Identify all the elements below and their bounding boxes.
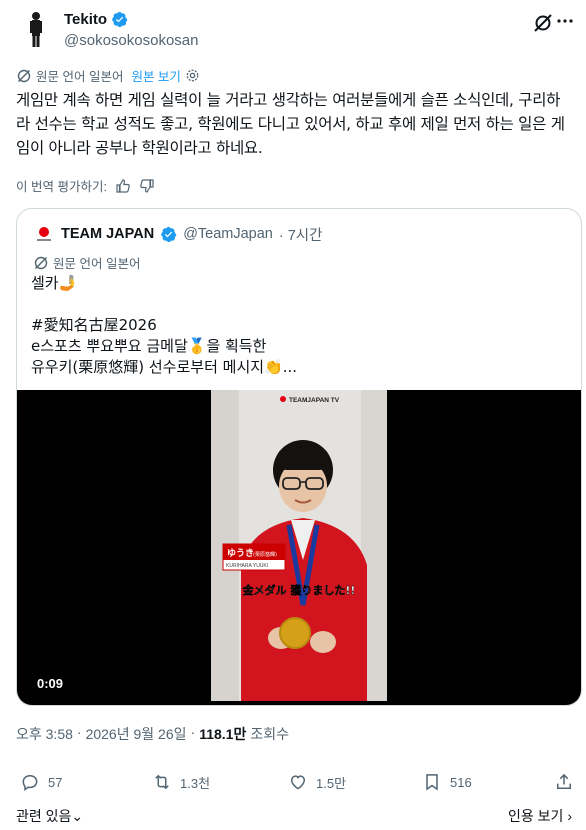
grok-icon[interactable] [532, 12, 554, 34]
video-name-tag-roman: KURIHARA YUUKI [226, 563, 268, 569]
chevron-right-icon: › [567, 808, 572, 824]
video-name-tag: ゆうき [227, 548, 254, 559]
tweet-time[interactable]: 오후 3:58 [16, 724, 73, 744]
tweet-meta: 오후 3:58 · 2026년 9월 26일 · 118.1만 조회수 [16, 724, 289, 744]
translate-globe-icon [34, 256, 48, 269]
settings-gear-icon[interactable] [185, 68, 200, 83]
thumbs-up-icon[interactable] [115, 178, 131, 194]
quote-line [31, 294, 571, 315]
view-count: 118.1만 [199, 726, 247, 742]
share-icon [557, 773, 571, 789]
quote-translation-label: 원문 언어 일본어 [53, 257, 141, 271]
reply-count: 57 [48, 774, 63, 790]
video-caption: 金メダル 獲りました!! [242, 583, 356, 597]
like-count: 1.5만 [316, 775, 347, 791]
quote-line: e스포츠 뿌요뿌요 금메달🥇을 획득한 [31, 337, 267, 355]
quote-line: #愛知名古屋2026 [31, 316, 157, 334]
view-quotes-link[interactable]: 인용 보기 › [508, 806, 572, 826]
reply-icon [22, 774, 38, 791]
video-name-tag-kanji: (栗原悠輝) [253, 551, 277, 558]
quote-handle[interactable]: @TeamJapan [183, 226, 273, 242]
author-handle[interactable]: @sokosokosokosan [64, 32, 198, 49]
view-label: 조회수 [250, 726, 289, 742]
bookmark-count: 516 [450, 774, 472, 790]
quoted-tweet[interactable]: TEAM JAPAN @TeamJapan · 7시간 원문 언어 일본어 셀카… [16, 208, 582, 706]
quote-time[interactable]: · 7시간 [279, 224, 323, 245]
view-quotes-label: 인용 보기 [508, 808, 564, 824]
author-display-name[interactable]: Tekito [64, 11, 107, 28]
heart-icon [290, 775, 306, 790]
show-original-link[interactable]: 원본 보기 [131, 66, 180, 85]
verified-badge-icon [161, 226, 177, 242]
translation-info: 원문 언어 일본어 원본 보기 [16, 66, 200, 85]
translate-globe-icon [17, 69, 31, 82]
share-button[interactable] [554, 772, 574, 792]
translation-source-label: 원문 언어 일본어 [36, 70, 124, 84]
thumbs-down-icon[interactable] [139, 178, 155, 194]
related-dropdown[interactable]: 관련 있음⌄ [16, 806, 83, 826]
quote-translation-info: 원문 언어 일본어 [33, 253, 140, 272]
bookmark-icon [426, 774, 438, 791]
quote-line: 유우키(栗原悠輝) 선수로부터 메시지👏... [31, 358, 298, 376]
video-duration: 0:09 [37, 676, 64, 691]
bookmark-button[interactable]: 516 [422, 772, 472, 792]
video-frame: TEAMJAPAN TV ゆうき (栗原悠輝) KURIHARA YUUKI 金… [211, 390, 387, 701]
chevron-down-icon: ⌄ [71, 808, 84, 824]
avatar[interactable] [16, 8, 56, 48]
tweet-text: 게임만 계속 하면 게임 실력이 늘 거라고 생각하는 여러분들에게 슬픈 소식… [16, 91, 565, 157]
video-player[interactable]: TEAMJAPAN TV ゆうき (栗原悠輝) KURIHARA YUUKI 金… [17, 390, 581, 705]
quote-avatar[interactable] [33, 223, 55, 245]
like-button[interactable]: 1.5만 [288, 772, 346, 792]
repost-icon [155, 774, 169, 790]
related-label: 관련 있음 [16, 808, 72, 824]
tweet-header: Tekito @sokosokosokosan [16, 8, 573, 52]
rate-translation: 이 번역 평가하기: [16, 176, 155, 195]
repost-count: 1.3천 [180, 775, 211, 791]
more-options-icon[interactable] [554, 10, 576, 32]
quote-display-name[interactable]: TEAM JAPAN [61, 226, 154, 242]
reply-button[interactable]: 57 [20, 772, 62, 792]
tweet-date[interactable]: 2026년 9월 26일 [86, 724, 187, 744]
video-watermark: TEAMJAPAN TV [289, 397, 340, 404]
quote-line: 셀카🤳 [31, 274, 78, 292]
action-bar: 57 1.3천 1.5만 516 [20, 772, 576, 798]
repost-button[interactable]: 1.3천 [152, 772, 210, 792]
verified-badge-icon [112, 11, 128, 28]
rate-translation-label: 이 번역 평가하기: [16, 180, 107, 194]
quote-text: 셀카🤳 #愛知名古屋2026 e스포츠 뿌요뿌요 금메달🥇을 획득한 유우키(栗… [31, 273, 571, 378]
